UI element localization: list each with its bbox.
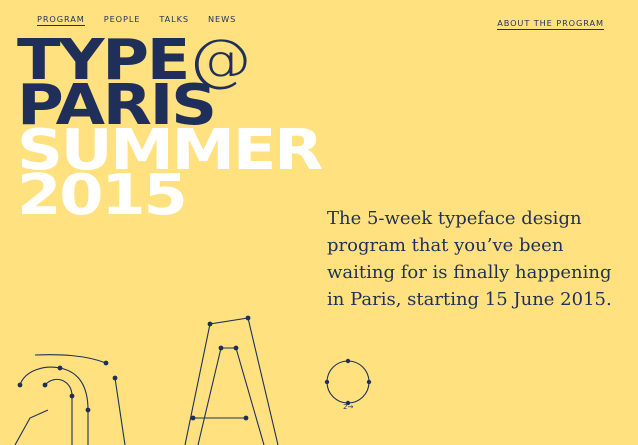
point (245, 315, 251, 321)
nav-people-link[interactable]: PEOPLE (104, 14, 141, 26)
nav-program-link[interactable]: PROGRAM (37, 14, 85, 26)
nav-about-program-link[interactable]: ABOUT THE PROGRAM (497, 17, 604, 30)
glyph-a-inner-stroke (44, 378, 73, 445)
point (218, 345, 224, 351)
glyph-a-outer-stroke (19, 366, 89, 445)
nav-news-link[interactable]: NEWS (208, 14, 236, 26)
glyph-A-inner-stroke (197, 347, 265, 445)
point (345, 358, 351, 364)
glyph-o-circle (326, 360, 370, 404)
diagram-label: 2→ (343, 403, 353, 411)
top-navigation: PROGRAM PEOPLE TALKS NEWS ABOUT THE PROG… (37, 11, 604, 30)
point (366, 379, 372, 385)
point (69, 393, 75, 399)
intro-paragraph: The 5-week typeface design program that … (327, 208, 612, 310)
point (17, 382, 23, 388)
hero-line-year: 2015 (17, 163, 188, 228)
glyph-a-handle-line (34, 354, 107, 364)
point (243, 415, 249, 421)
nav-left: PROGRAM PEOPLE TALKS NEWS (37, 14, 236, 26)
nav-talks-link[interactable]: TALKS (159, 14, 189, 26)
nav-right: ABOUT THE PROGRAM (497, 11, 604, 30)
glyph-a-guide-line (114, 377, 126, 445)
point (112, 375, 118, 381)
point (324, 379, 330, 385)
point (190, 415, 196, 421)
point (57, 365, 63, 371)
point (207, 321, 213, 327)
hero-title: TYPE@ PARIS SUMMER 2015 (17, 33, 323, 224)
point (42, 382, 48, 388)
point (103, 360, 109, 366)
letterform-construction-illustration: 2→ (14, 315, 372, 445)
point (233, 345, 239, 351)
glyph-A-outer-stroke (184, 317, 279, 445)
glyph-a-bowl-line (14, 409, 49, 445)
point (85, 407, 91, 413)
